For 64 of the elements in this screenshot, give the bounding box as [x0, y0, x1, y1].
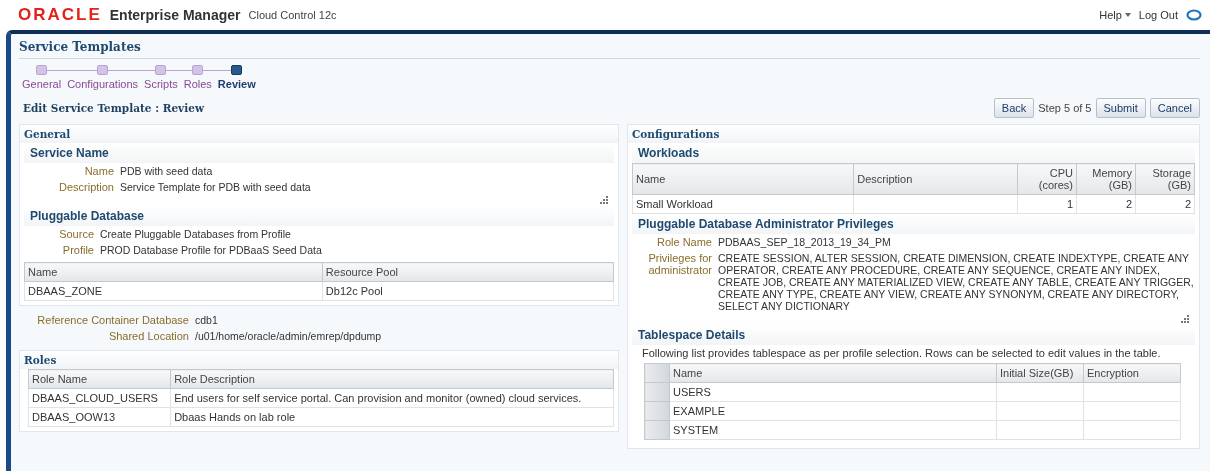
field-value: Service Template for PDB with seed data [120, 181, 312, 193]
table-cell: DBAAS_ZONE [24, 281, 323, 301]
action-button[interactable]: Cancel [1149, 98, 1200, 118]
page-title: Service Templates [19, 38, 1200, 59]
table-cell: 2 [1076, 194, 1136, 214]
table-cell: End users for self service portal. Can provision and monitor (owned) cloud services. [170, 388, 614, 408]
column-header: Encryption [1083, 363, 1181, 383]
action-button[interactable]: Back [993, 98, 1035, 118]
column-header: Memory (GB) [1076, 163, 1136, 195]
tablespace-note: Following list provides tablespace as per profile selection. Rows can be selected to edit values in the table. [641, 346, 1162, 361]
column-header: CPU (cores) [1017, 163, 1077, 195]
table-cell: EXAMPLE [669, 401, 997, 421]
table-cell: DBAAS_CLOUD_USERS [28, 388, 171, 408]
field-value: PDB with seed data [120, 165, 214, 177]
table-cell: Small Workload [632, 194, 854, 214]
column-header: Role Description [170, 369, 614, 389]
train-step-link[interactable]: Review [214, 78, 259, 90]
caret-icon [1124, 13, 1131, 17]
train-step-link[interactable]: Scripts [141, 78, 181, 90]
column-header: Description [853, 163, 1018, 195]
resize-grip-icon[interactable] [599, 195, 608, 204]
field-label: Role Name [655, 236, 712, 248]
table-cell: DBAAS_OOW13 [28, 407, 171, 427]
field-value: CREATE SESSION, ALTER SESSION, CREATE DIMENSION, CREATE INDEXTYPE, CREATE ANY OPERATOR, CREATE ANY PROCEDURE, CREATE ANY SEQUENCE, CREATE ANY INDEX, CREATE JOB, CREATE ANY MATERIALIZED VIEW, CREATE ANY TABLE, CREATE ANY TRIGGER, CREATE ANY TYPE, CREATE ANY VIEW, CREATE ANY SYNONYM, CREATE ANY DIRECTORY, SELECT ANY DICTIONARY [718, 252, 1195, 312]
form-title: Edit Service Template : Review [22, 102, 204, 114]
selector-header-cell [644, 363, 670, 383]
resize-grip-icon[interactable] [1180, 314, 1189, 323]
column-header: Name [24, 262, 323, 282]
field-label: Profile [61, 244, 94, 256]
field-value: PROD Database Profile for PDBaaS Seed Data [100, 244, 323, 256]
table-cell: SYSTEM [669, 420, 997, 440]
table-cell: USERS [669, 382, 997, 402]
field-value: PDBAAS_SEP_18_2013_19_34_PM [718, 236, 892, 248]
train-step-link[interactable]: Roles [180, 78, 215, 90]
train-stop-icon[interactable] [231, 65, 243, 75]
field-label: Description [57, 181, 114, 193]
column-header: Storage (GB) [1135, 163, 1195, 195]
product-subtitle: Cloud Control 12c [248, 9, 337, 21]
table-cell: 2 [1135, 194, 1195, 214]
field-value: /u01/home/oracle/admin/emrep/dpdump [195, 330, 383, 342]
product-name: Enterprise Manager [109, 7, 241, 23]
logout-link[interactable]: Log Out [1138, 9, 1178, 21]
step-indicator: Step 5 of 5 [1038, 102, 1092, 114]
column-header: Resource Pool [322, 262, 614, 282]
field-label: Shared Location [107, 330, 189, 342]
column-header: Name [669, 363, 997, 383]
field-label: Name [83, 165, 114, 177]
column-header: Role Name [28, 369, 171, 389]
column-header: Initial Size(GB) [996, 363, 1084, 383]
action-button[interactable]: Submit [1095, 98, 1146, 118]
field-value: cdb1 [195, 314, 219, 326]
field-value: Create Pluggable Databases from Profile [100, 228, 292, 240]
train-step-link[interactable]: Configurations [64, 78, 142, 90]
field-label: Reference Container Database [36, 314, 189, 326]
field-label: Source [58, 228, 94, 240]
table-cell: Dbaas Hands on lab role [170, 407, 614, 427]
column-header: Name [632, 163, 854, 195]
field-label: Privileges for administrator [647, 252, 712, 276]
oracle-logo: ORACLE [18, 5, 102, 25]
table-cell: Db12c Pool [322, 281, 614, 301]
train-step-link[interactable]: General [19, 78, 65, 90]
help-menu[interactable]: Help [1099, 9, 1131, 21]
ring-logo-icon [1186, 9, 1202, 21]
table-cell: 1 [1017, 194, 1077, 214]
